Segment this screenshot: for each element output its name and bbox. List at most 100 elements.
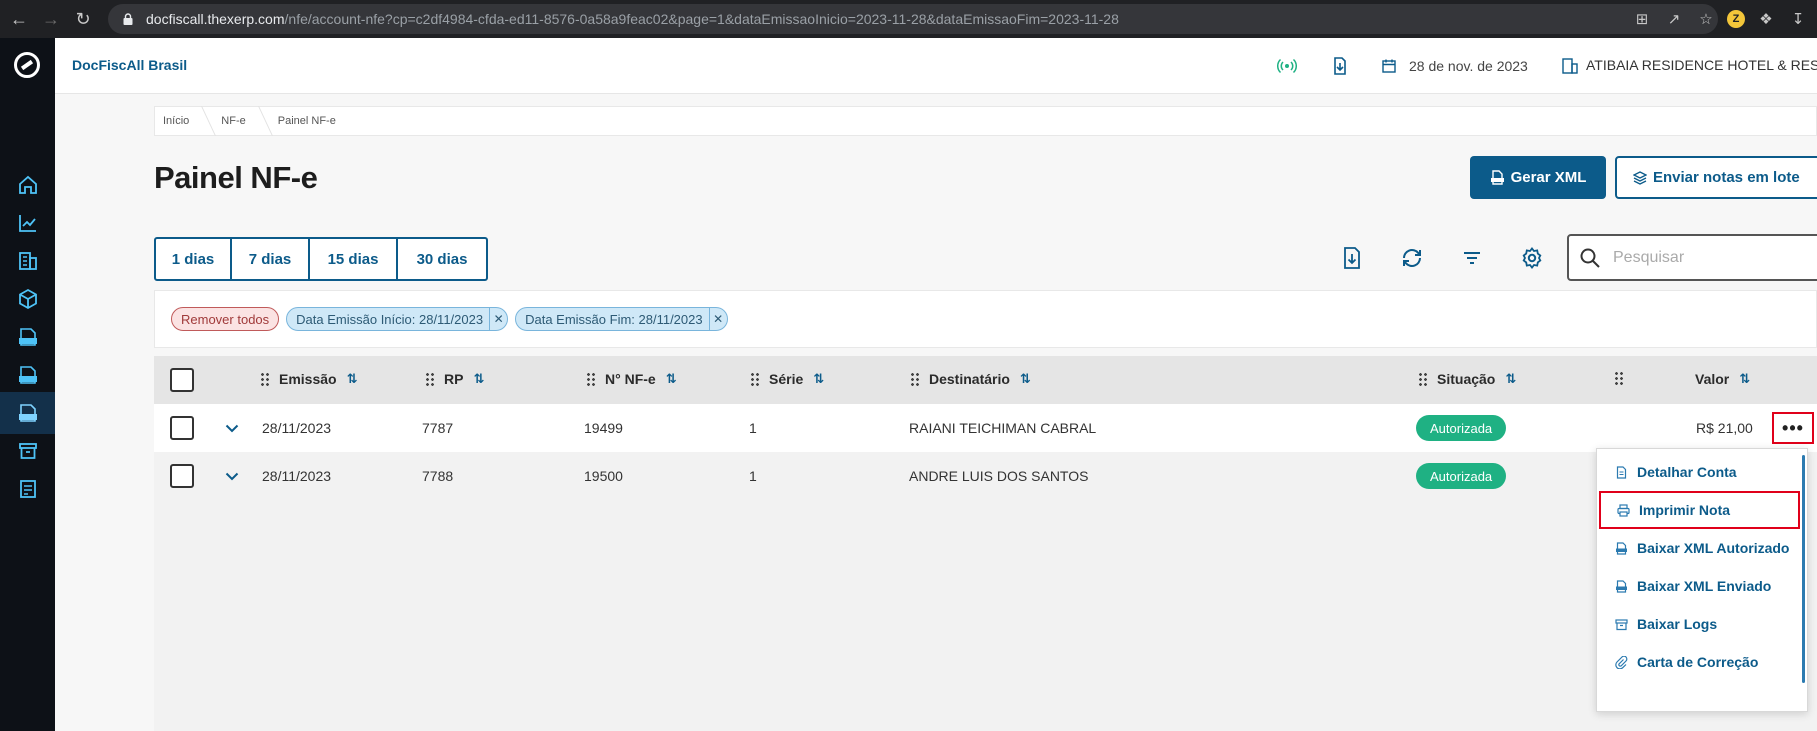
company-selector[interactable]: ATIBAIA RESIDENCE HOTEL & RESO <box>1586 57 1817 73</box>
menu-item-label: Detalhar Conta <box>1637 464 1737 480</box>
install-app-icon[interactable]: ⊞ <box>1631 8 1653 30</box>
drag-handle-icon[interactable] <box>1418 372 1427 386</box>
menu-scrollbar[interactable] <box>1802 455 1805 683</box>
filter-icon[interactable] <box>1459 245 1485 271</box>
back-arrow-icon[interactable]: ← <box>6 6 32 32</box>
column-label: Série <box>769 371 804 387</box>
remove-all-filters-chip[interactable]: Remover todos <box>171 307 280 331</box>
select-all-checkbox[interactable] <box>170 368 194 392</box>
menu-item-baixar-xml-autorizado[interactable]: Baixar XML Autorizado <box>1597 529 1802 567</box>
row-checkbox[interactable] <box>170 416 194 440</box>
column-header-rp[interactable]: RP ⇅ <box>425 371 484 387</box>
menu-item-baixar-xml-enviado[interactable]: Baixar XML Enviado <box>1597 567 1802 605</box>
column-drag-handle[interactable] <box>1614 371 1623 385</box>
column-header-serie[interactable]: Série ⇅ <box>750 371 824 387</box>
app-logo-icon[interactable] <box>14 52 40 78</box>
nfe-icon[interactable] <box>0 392 55 434</box>
menu-item-imprimir-nota[interactable]: Imprimir Nota <box>1599 491 1800 529</box>
current-date[interactable]: 28 de nov. de 2023 <box>1409 58 1528 74</box>
status-badge: Autorizada <box>1416 463 1507 489</box>
column-header-emissao[interactable]: Emissão ⇅ <box>260 371 358 387</box>
sort-arrows-icon[interactable]: ⇅ <box>813 371 824 387</box>
row-checkbox[interactable] <box>170 464 194 488</box>
chevron-down-icon[interactable] <box>222 418 242 438</box>
breadcrumb-nfe[interactable]: NF-e <box>221 115 257 127</box>
extension-profile-icon[interactable]: Z <box>1727 10 1745 28</box>
cell-emissao: 28/11/2023 <box>262 468 332 484</box>
archive-icon[interactable] <box>0 430 55 472</box>
menu-item-label: Baixar XML Enviado <box>1637 578 1772 594</box>
filter-7-days[interactable]: 7 dias <box>232 239 310 279</box>
paperclip-icon <box>1615 655 1628 669</box>
drag-handle-icon[interactable] <box>910 372 919 386</box>
cell-rp: 7787 <box>422 420 454 436</box>
filter-chip-start-date: Data Emissão Início: 28/11/2023 ✕ <box>286 307 509 331</box>
active-filters-bar: Remover todos Data Emissão Início: 28/11… <box>154 290 1817 348</box>
calendar-icon <box>1382 59 1396 73</box>
left-sidebar <box>0 38 55 731</box>
forward-arrow-icon[interactable]: → <box>38 6 64 32</box>
column-label: Emissão <box>279 371 337 387</box>
close-icon[interactable]: ✕ <box>489 308 507 330</box>
export-download-icon[interactable] <box>1339 245 1365 271</box>
download-icon[interactable]: ↧ <box>1787 8 1809 30</box>
brand-name[interactable]: DocFiscAll Brasil <box>72 57 187 73</box>
close-icon[interactable]: ✕ <box>708 308 727 330</box>
building-icon[interactable] <box>0 240 55 282</box>
address-bar[interactable]: docfiscall.thexerp.com/nfe/account-nfe?c… <box>108 4 1718 34</box>
chevron-down-icon[interactable] <box>222 466 242 486</box>
url-path: /nfe/account-nfe?cp=c2df4984-cfda-ed11-8… <box>284 11 1119 27</box>
generate-xml-button[interactable]: Gerar XML <box>1470 156 1606 199</box>
lock-icon <box>123 13 133 25</box>
sort-arrows-icon[interactable]: ⇅ <box>1739 371 1750 387</box>
drag-handle-icon[interactable] <box>1614 371 1623 385</box>
day-filter-group: 1 dias 7 dias 15 dias 30 dias <box>154 237 488 281</box>
filter-30-days[interactable]: 30 dias <box>398 239 486 279</box>
drag-handle-icon[interactable] <box>586 372 595 386</box>
column-header-destinatario[interactable]: Destinatário ⇅ <box>910 371 1031 387</box>
receipt-icon[interactable] <box>0 468 55 510</box>
menu-item-carta-correcao[interactable]: Carta de Correção <box>1597 643 1802 681</box>
menu-item-baixar-logs[interactable]: Baixar Logs <box>1597 605 1802 643</box>
table-row[interactable]: 28/11/2023 7787 19499 1 RAIANI TEICHIMAN… <box>154 404 1817 452</box>
filter-chip-label: Data Emissão Início: 28/11/2023 <box>296 311 484 327</box>
send-batch-button[interactable]: Enviar notas em lote <box>1615 156 1817 199</box>
column-header-nfe[interactable]: N° NF-e ⇅ <box>586 371 677 387</box>
drag-handle-icon[interactable] <box>750 372 759 386</box>
nfce-icon[interactable] <box>0 354 55 396</box>
home-icon[interactable] <box>0 164 55 206</box>
document-icon <box>1616 465 1627 479</box>
puzzle-icon[interactable]: ❖ <box>1755 8 1777 30</box>
breadcrumb-home[interactable]: Início <box>163 115 201 127</box>
sort-arrows-icon[interactable]: ⇅ <box>347 371 358 387</box>
column-header-situacao[interactable]: Situação ⇅ <box>1418 371 1516 387</box>
sort-arrows-icon[interactable]: ⇅ <box>1020 371 1031 387</box>
cell-serie: 1 <box>749 468 757 484</box>
column-header-valor[interactable]: Valor ⇅ <box>1695 371 1750 387</box>
box-icon[interactable] <box>0 278 55 320</box>
more-actions-button[interactable]: ••• <box>1772 412 1814 444</box>
table-header: Emissão ⇅ RP ⇅ N° NF-e ⇅ Série ⇅ Destinatári… <box>154 356 1817 404</box>
search-input[interactable]: Pesquisar <box>1567 234 1817 281</box>
sort-arrows-icon[interactable]: ⇅ <box>1505 371 1516 387</box>
menu-item-label: Carta de Correção <box>1637 654 1759 670</box>
chart-icon[interactable] <box>0 202 55 244</box>
settings-gear-icon[interactable] <box>1519 245 1545 271</box>
menu-item-label: Imprimir Nota <box>1639 502 1731 518</box>
table-row[interactable]: 28/11/2023 7788 19500 1 ANDRE LUIS DOS S… <box>154 452 1817 500</box>
reload-icon[interactable]: ↻ <box>70 6 96 32</box>
drag-handle-icon[interactable] <box>260 372 269 386</box>
filter-1-day[interactable]: 1 dias <box>156 239 232 279</box>
browser-toolbar: ← → ↻ docfiscall.thexerp.com/nfe/account… <box>0 0 1817 38</box>
sort-arrows-icon[interactable]: ⇅ <box>473 371 484 387</box>
refresh-icon[interactable] <box>1399 245 1425 271</box>
menu-item-detalhar-conta[interactable]: Detalhar Conta <box>1597 453 1802 491</box>
share-icon[interactable]: ↗ <box>1663 8 1685 30</box>
star-icon[interactable]: ☆ <box>1695 8 1717 30</box>
connection-status-icon[interactable] <box>1277 56 1297 76</box>
download-document-icon[interactable] <box>1330 56 1350 76</box>
sort-arrows-icon[interactable]: ⇅ <box>666 371 677 387</box>
nfse-icon[interactable] <box>0 316 55 358</box>
filter-15-days[interactable]: 15 dias <box>310 239 398 279</box>
drag-handle-icon[interactable] <box>425 372 434 386</box>
